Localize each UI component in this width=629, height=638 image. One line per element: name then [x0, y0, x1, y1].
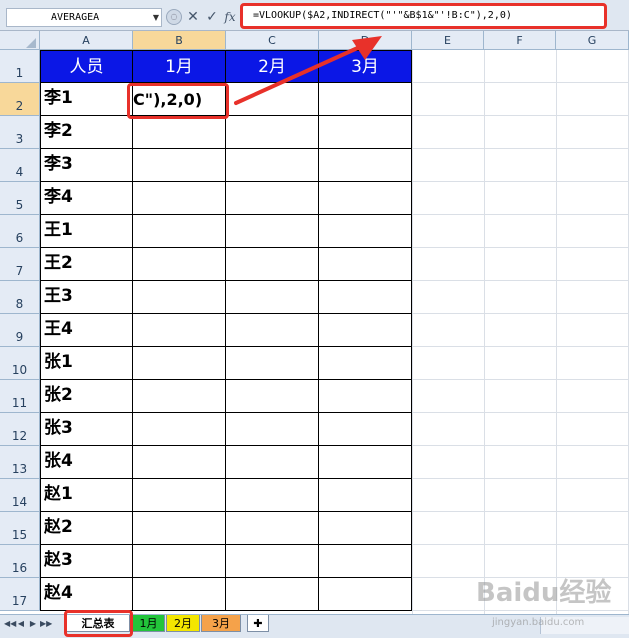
sheet-nav-button-2[interactable]: ▶ [28, 617, 38, 631]
watermark-url: jingyan.baidu.com [492, 617, 585, 628]
active-tab-callout [64, 610, 133, 637]
sheet-nav-button-3[interactable]: ▶▶ [40, 617, 52, 631]
sheet-tab-3[interactable]: 3月 [201, 615, 241, 632]
annotation-arrow [234, 36, 382, 105]
sheet-nav-button-0[interactable]: ◀◀ [4, 617, 16, 631]
sheet-tab-2[interactable]: 2月 [166, 615, 200, 632]
sheet-tab-1[interactable]: 1月 [132, 615, 165, 632]
sheet-nav-button-1[interactable]: ◀ [16, 617, 26, 631]
insert-sheet-icon[interactable]: ✚ [247, 615, 269, 632]
